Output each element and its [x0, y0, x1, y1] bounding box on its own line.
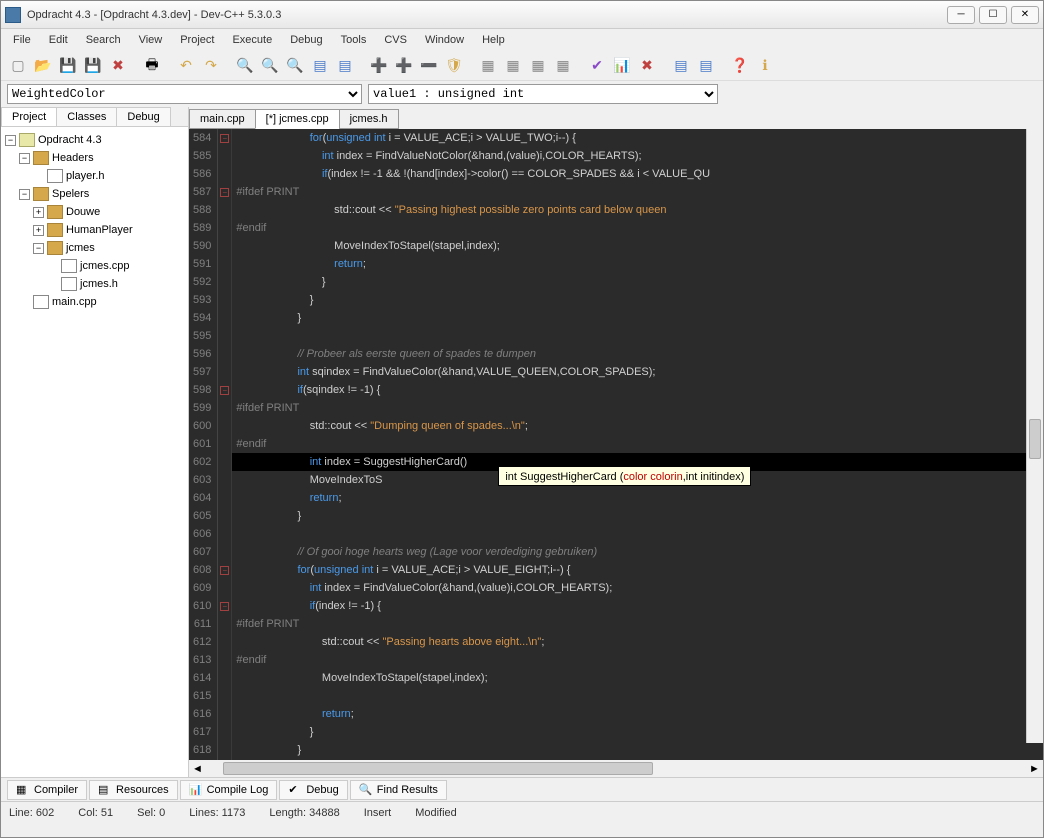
run-button[interactable]: ▦	[502, 55, 524, 77]
file-tab[interactable]: main.cpp	[189, 109, 256, 129]
project-options-button[interactable]: 🛡	[443, 55, 465, 77]
tree-jcmes-h[interactable]: jcmes.h	[5, 275, 184, 293]
status-line: Line: 602	[9, 807, 54, 819]
file-tab[interactable]: jcmes.h	[339, 109, 399, 129]
right-pane: main.cpp[*] jcmes.cppjcmes.h 58458558658…	[189, 107, 1043, 777]
tree-jcmes[interactable]: −jcmes	[5, 239, 184, 257]
profiler-button[interactable]: 📊	[611, 55, 633, 77]
status-lines: Lines: 1173	[189, 807, 245, 819]
tree-humanplayer[interactable]: +HumanPlayer	[5, 221, 184, 239]
close-file-button[interactable]: ✖	[107, 55, 129, 77]
print-button[interactable]: 🖶	[141, 55, 163, 77]
left-tab-classes[interactable]: Classes	[56, 107, 117, 126]
compile-run-button[interactable]: ▦	[527, 55, 549, 77]
saveall-button[interactable]: 💾	[82, 55, 104, 77]
new-project-button[interactable]: ➕	[368, 55, 390, 77]
left-tab-debug[interactable]: Debug	[116, 107, 170, 126]
status-sel: Sel: 0	[137, 807, 165, 819]
stop-button[interactable]: ✖	[636, 55, 658, 77]
tree-jcmes-cpp[interactable]: jcmes.cpp	[5, 257, 184, 275]
menubar: FileEditSearchViewProjectExecuteDebugToo…	[1, 29, 1043, 51]
left-tabs: ProjectClassesDebug	[1, 107, 188, 127]
status-col: Col: 51	[78, 807, 113, 819]
redo-button[interactable]: ↷	[200, 55, 222, 77]
parameter-tooltip: int SuggestHigherCard (color colorin,int…	[498, 466, 751, 486]
status-insert: Insert	[364, 807, 392, 819]
tree-headers[interactable]: −Headers	[5, 149, 184, 167]
line-gutter: 5845855865875885895905915925935945955965…	[189, 129, 218, 760]
tree-player-h[interactable]: player.h	[5, 167, 184, 185]
rebuild-button[interactable]: ▦	[552, 55, 574, 77]
menu-cvs[interactable]: CVS	[376, 31, 415, 49]
minimize-button[interactable]: ─	[947, 6, 975, 24]
status-modified: Modified	[415, 807, 457, 819]
window-title: Opdracht 4.3 - [Opdracht 4.3.dev] - Dev-…	[27, 9, 947, 21]
bottom-tab-compile-log[interactable]: 📊Compile Log	[180, 780, 278, 800]
bottom-tab-compiler[interactable]: ▦Compiler	[7, 780, 87, 800]
menu-search[interactable]: Search	[78, 31, 129, 49]
menu-execute[interactable]: Execute	[224, 31, 280, 49]
fold-column[interactable]: −−−−−	[218, 129, 232, 760]
findfiles-button[interactable]: 🔍	[284, 55, 306, 77]
code-editor[interactable]: 5845855865875885895905915925935945955965…	[189, 129, 1043, 760]
help-button[interactable]: ❓	[729, 55, 751, 77]
left-pane: ProjectClassesDebug −Opdracht 4.3 −Heade…	[1, 107, 189, 777]
about-button[interactable]: ℹ	[754, 55, 776, 77]
menu-debug[interactable]: Debug	[282, 31, 330, 49]
horizontal-scrollbar[interactable]: ◄ ►	[189, 760, 1043, 777]
bottom-tab-debug[interactable]: ✔Debug	[279, 780, 347, 800]
file-tabs: main.cpp[*] jcmes.cppjcmes.h	[189, 107, 1043, 129]
menu-view[interactable]: View	[131, 31, 171, 49]
toolbar: ▢ 📂 💾 💾 ✖ 🖶 ↶ ↷ 🔍 🔍 🔍 ▤ ▤ ➕ ➕ ➖ 🛡 ▦ ▦ ▦ …	[1, 51, 1043, 81]
app-icon	[5, 7, 21, 23]
new-button[interactable]: ▢	[7, 55, 29, 77]
statusbar: Line: 602 Col: 51 Sel: 0 Lines: 1173 Len…	[1, 801, 1043, 823]
project-tree[interactable]: −Opdracht 4.3 −Headers player.h −Spelers…	[1, 127, 188, 777]
compile-button[interactable]: ▦	[477, 55, 499, 77]
bottom-tab-resources[interactable]: ▤Resources	[89, 780, 178, 800]
bottom-tabs: ▦Compiler▤Resources📊Compile Log✔Debug🔍Fi…	[1, 777, 1043, 801]
replace-button[interactable]: 🔍	[259, 55, 281, 77]
status-length: Length: 34888	[269, 807, 339, 819]
goto-button[interactable]: ▤	[309, 55, 331, 77]
save-button[interactable]: 💾	[57, 55, 79, 77]
menu-project[interactable]: Project	[172, 31, 222, 49]
remove-file-button[interactable]: ➖	[418, 55, 440, 77]
maximize-button[interactable]: ☐	[979, 6, 1007, 24]
debug-button[interactable]: ✔	[586, 55, 608, 77]
tree-spelers[interactable]: −Spelers	[5, 185, 184, 203]
tool1-button[interactable]: ▤	[670, 55, 692, 77]
menu-tools[interactable]: Tools	[333, 31, 375, 49]
undo-button[interactable]: ↶	[175, 55, 197, 77]
menu-file[interactable]: File	[5, 31, 39, 49]
class-combo[interactable]: WeightedColor	[7, 84, 362, 104]
combo-bar: WeightedColor value1 : unsigned int	[1, 81, 1043, 107]
tree-main-cpp[interactable]: main.cpp	[5, 293, 184, 311]
bookmark-button[interactable]: ▤	[334, 55, 356, 77]
find-button[interactable]: 🔍	[234, 55, 256, 77]
open-button[interactable]: 📂	[32, 55, 54, 77]
menu-help[interactable]: Help	[474, 31, 513, 49]
add-file-button[interactable]: ➕	[393, 55, 415, 77]
close-button[interactable]: ✕	[1011, 6, 1039, 24]
member-combo[interactable]: value1 : unsigned int	[368, 84, 718, 104]
menu-window[interactable]: Window	[417, 31, 472, 49]
file-tab[interactable]: [*] jcmes.cpp	[255, 109, 340, 129]
tree-douwe[interactable]: +Douwe	[5, 203, 184, 221]
left-tab-project[interactable]: Project	[1, 107, 57, 126]
titlebar: Opdracht 4.3 - [Opdracht 4.3.dev] - Dev-…	[1, 1, 1043, 29]
tool2-button[interactable]: ▤	[695, 55, 717, 77]
code-area[interactable]: for(unsigned int i = VALUE_ACE;i > VALUE…	[232, 129, 1043, 760]
menu-edit[interactable]: Edit	[41, 31, 76, 49]
tree-root[interactable]: −Opdracht 4.3	[5, 131, 184, 149]
vertical-scrollbar[interactable]	[1026, 129, 1043, 743]
bottom-tab-find-results[interactable]: 🔍Find Results	[350, 780, 447, 800]
